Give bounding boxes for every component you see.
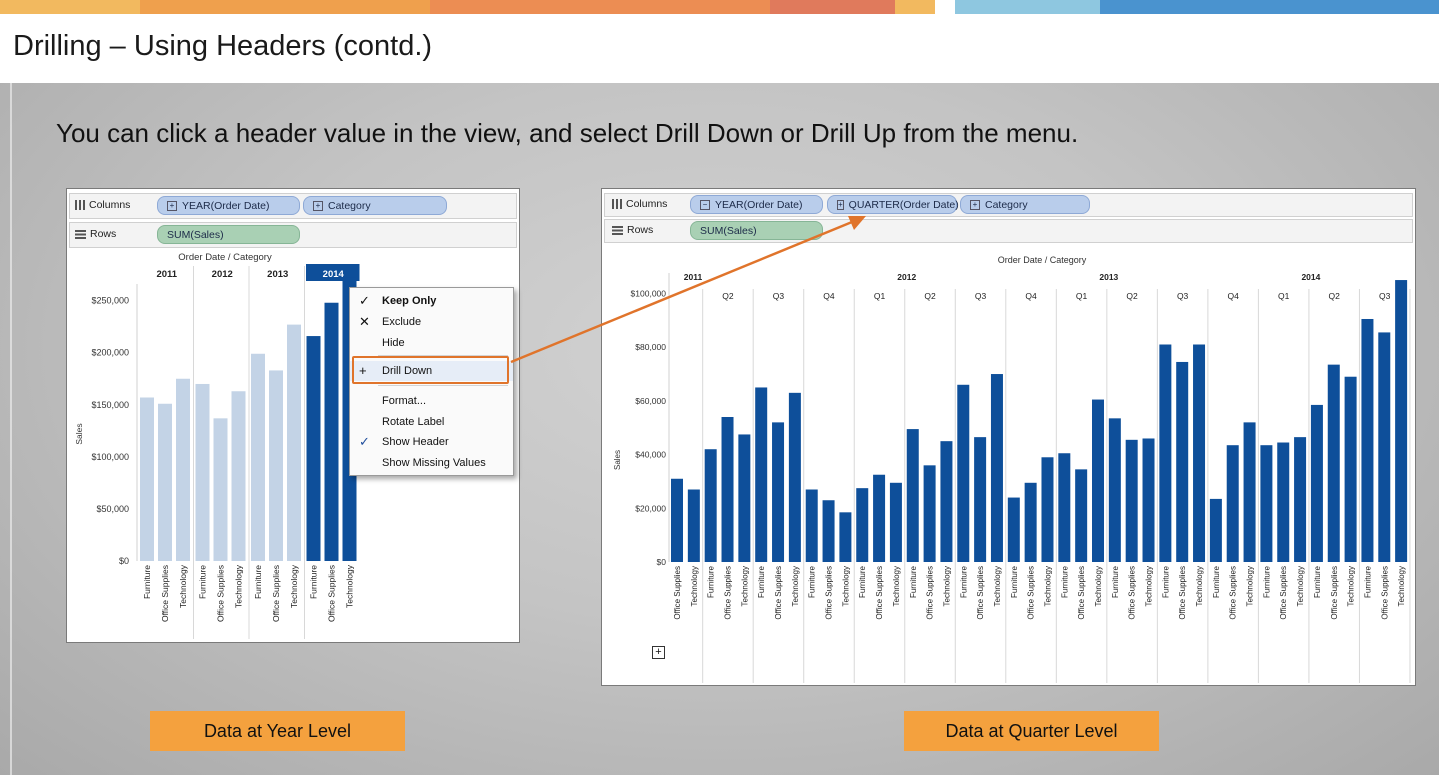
caption-year-level: Data at Year Level	[150, 711, 405, 751]
caption-quarter-level: Data at Quarter Level	[904, 711, 1159, 751]
callout-arrow	[510, 216, 866, 364]
